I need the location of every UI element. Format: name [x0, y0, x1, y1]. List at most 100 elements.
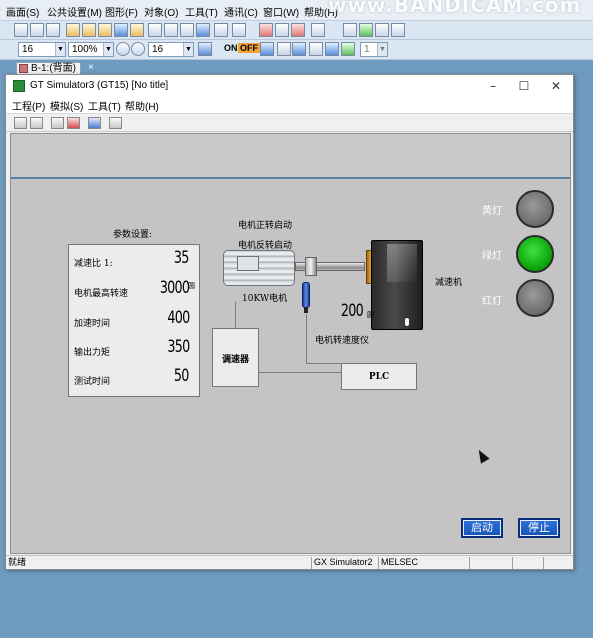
red-lamp: [516, 279, 554, 317]
search-icon[interactable]: [343, 23, 357, 37]
tachometer-label: 电机转速度仪: [315, 336, 370, 346]
check-icon[interactable]: [391, 23, 405, 37]
plc-box: PLC: [341, 363, 417, 390]
start-button[interactable]: 启动: [461, 518, 503, 538]
zoom-out-icon[interactable]: [131, 42, 145, 56]
menu-common-settings[interactable]: 公共设置(M): [47, 4, 102, 19]
display-icon[interactable]: [196, 23, 210, 37]
green-lamp: [516, 235, 554, 273]
open-screen-icon[interactable]: [30, 23, 44, 37]
layer-icon[interactable]: [148, 23, 162, 37]
gt-simulator-window: GT Simulator3 (GT15) [No title] – ☐ ✕ 工程…: [5, 74, 574, 570]
simulator-icon[interactable]: [311, 23, 325, 37]
hmi-screen: 参数设置: 减速比 1: 35 电机最高转速 3000 加速时间 400 输出力…: [10, 133, 571, 554]
param-value-ratio[interactable]: 35: [174, 248, 189, 268]
sim-titlebar[interactable]: GT Simulator3 (GT15) [No title] – ☐ ✕: [6, 75, 573, 97]
replace-icon[interactable]: [359, 23, 373, 37]
copy-screen-icon[interactable]: [46, 23, 60, 37]
zoom-in-icon[interactable]: [116, 42, 130, 56]
close-icon[interactable]: ✕: [546, 78, 566, 94]
zoom-icon[interactable]: [375, 23, 389, 37]
wire-sensor-plc-h: [306, 363, 341, 364]
maximize-icon[interactable]: ☐: [514, 78, 534, 94]
status-target: MELSEC: [378, 557, 468, 569]
param-value-test-time[interactable]: 50: [174, 366, 189, 386]
params-title: 参数设置:: [113, 230, 153, 240]
disconnect-icon[interactable]: [67, 117, 80, 129]
menu-communication[interactable]: 通讯(C): [224, 4, 258, 19]
motor-forward-label: 电机正转启动: [238, 221, 293, 231]
wire-motor-controller: [235, 302, 236, 329]
library-icon[interactable]: [98, 23, 112, 37]
motor-illustration: [223, 250, 295, 286]
chevron-down-icon: ▼: [377, 43, 387, 56]
menu-tools[interactable]: 工具(T): [185, 4, 218, 19]
tab-close-icon[interactable]: ×: [88, 62, 94, 73]
chevron-down-icon: ▼: [183, 43, 193, 56]
zoom-select[interactable]: 100% ▼: [68, 42, 114, 57]
param-label-test-time: 测试时间: [74, 377, 111, 387]
menu-object[interactable]: 对象(O): [144, 4, 178, 19]
screen-tab-icon: [19, 64, 28, 73]
list-icon[interactable]: [180, 23, 194, 37]
id-icon[interactable]: [292, 42, 306, 56]
sim-menu-help[interactable]: 帮助(H): [125, 98, 159, 113]
param-value-max-speed[interactable]: 3000: [160, 278, 190, 298]
dev-icon[interactable]: [260, 42, 274, 56]
status-cell-empty-3: [543, 557, 571, 569]
grid-size-select[interactable]: 16 ▼: [148, 42, 194, 57]
wire-controller-plc: [259, 372, 341, 373]
menu-screen[interactable]: 画面(S): [6, 4, 39, 19]
frame-icon[interactable]: [309, 42, 323, 56]
tab-label: B-1:(背面): [31, 63, 76, 74]
speed-sensor-tip: [304, 307, 308, 313]
sim-menu-tools[interactable]: 工具(T): [88, 98, 121, 113]
param-label-torque: 输出力矩: [74, 348, 111, 358]
chevron-down-icon: ▼: [103, 43, 113, 56]
sim-menu-simulate[interactable]: 模拟(S): [50, 98, 83, 113]
sim-menu-project[interactable]: 工程(P): [12, 98, 45, 113]
speed-controller-box: 调速器: [212, 328, 259, 387]
off-toggle[interactable]: OFF: [238, 43, 260, 53]
device-icon[interactable]: [259, 23, 273, 37]
wire-sensor-plc: [306, 314, 307, 364]
sim-statusbar: 就绪 GX Simulator2 MELSEC: [6, 555, 573, 569]
connect-icon[interactable]: [51, 117, 64, 129]
grid-size-value: 16: [152, 44, 164, 55]
layout-icon[interactable]: [232, 23, 246, 37]
green-lamp-label: 绿灯: [482, 251, 502, 262]
number-select[interactable]: 1 ▼: [360, 42, 388, 57]
menu-window[interactable]: 窗口(W): [263, 4, 299, 19]
grid-icon[interactable]: [198, 42, 212, 56]
folder-icon[interactable]: [66, 23, 80, 37]
plc-label: PLC: [368, 372, 390, 382]
screen-preview-icon[interactable]: [325, 42, 339, 56]
menu-figure[interactable]: 图形(F): [105, 4, 138, 19]
option-icon[interactable]: [109, 117, 122, 129]
sim-menubar: 工程(P) 模拟(S) 工具(T) 帮助(H): [6, 97, 573, 113]
open-project-icon[interactable]: [14, 117, 27, 129]
minimize-icon[interactable]: –: [483, 78, 503, 94]
stop-button[interactable]: 停止: [518, 518, 560, 538]
monitor-icon[interactable]: [275, 23, 289, 37]
properties-icon[interactable]: [130, 23, 144, 37]
transfer-icon[interactable]: [291, 23, 305, 37]
param-value-torque[interactable]: 350: [167, 337, 190, 357]
chevron-down-icon: ▼: [55, 43, 65, 56]
number-value: 1: [364, 44, 370, 55]
new-screen-icon[interactable]: [14, 23, 28, 37]
font-size-select[interactable]: 16 ▼: [18, 42, 66, 57]
status-cell-empty-2: [512, 557, 542, 569]
param-value-accel-time[interactable]: 400: [167, 308, 190, 328]
arrange-icon[interactable]: [164, 23, 178, 37]
station-icon[interactable]: [277, 42, 291, 56]
device-monitor-icon[interactable]: [88, 117, 101, 129]
edit-icon[interactable]: [82, 23, 96, 37]
palette-icon[interactable]: [341, 42, 355, 56]
data-check-icon[interactable]: [214, 23, 228, 37]
window-icon[interactable]: [114, 23, 128, 37]
folder-open-icon[interactable]: [30, 117, 43, 129]
status-ready: 就绪: [8, 557, 27, 567]
yellow-lamp: [516, 190, 554, 228]
on-toggle[interactable]: ON: [224, 43, 238, 53]
